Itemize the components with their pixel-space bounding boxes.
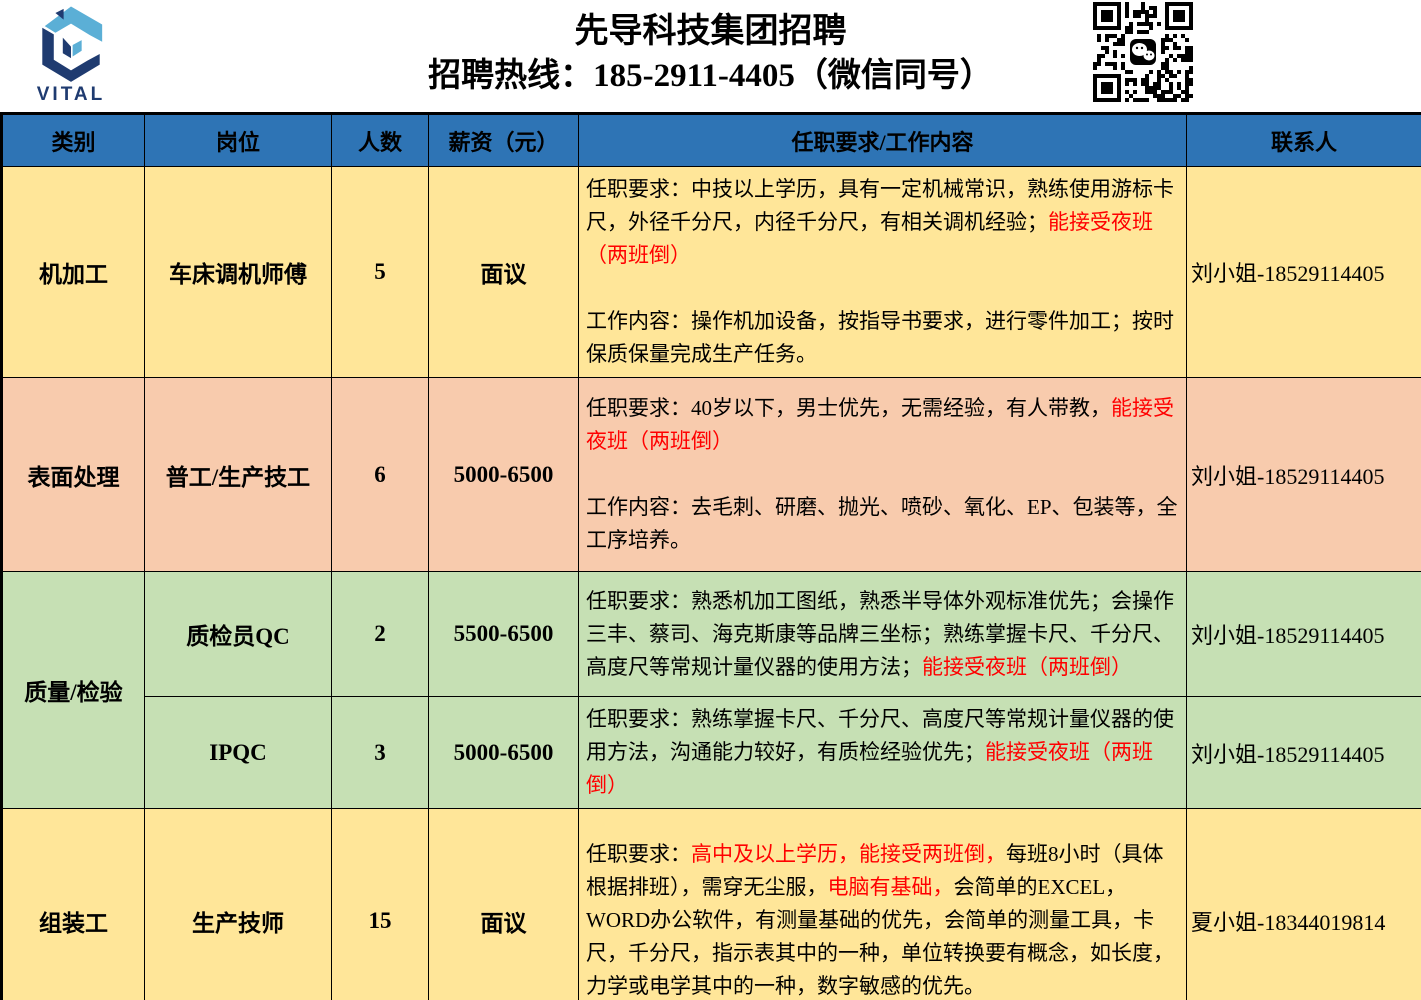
- position-cell: 生产技师: [145, 809, 332, 1000]
- col-header-headcount: 人数: [332, 114, 429, 167]
- page-title: 先导科技集团招聘: [0, 10, 1421, 54]
- position-cell: 质检员QC: [145, 572, 332, 697]
- job-description: 任职要求：熟悉机加工图纸，熟悉半导体外观标准优先；会操作三丰、蔡司、海克斯康等品…: [579, 572, 1187, 697]
- category-cell: 质量/检验: [2, 572, 145, 809]
- col-header-position: 岗位: [145, 114, 332, 167]
- col-header-requirements: 任职要求/工作内容: [579, 114, 1187, 167]
- category-cell: 组装工: [2, 809, 145, 1000]
- contact-cell: 刘小姐-18529114405: [1187, 167, 1421, 378]
- wechat-qr-code: [1093, 2, 1193, 102]
- contact-cell: 刘小姐-18529114405: [1187, 572, 1421, 697]
- salary-cell: 面议: [429, 809, 579, 1000]
- category-cell: 表面处理: [2, 378, 145, 572]
- position-cell: IPQC: [145, 697, 332, 809]
- table-row: 机加工 车床调机师傅 5 面议 任职要求：中技以上学历，具有一定机械常识，熟练使…: [2, 167, 1421, 378]
- category-cell: 机加工: [2, 167, 145, 378]
- headcount-cell: 6: [332, 378, 429, 572]
- contact-cell: 刘小姐-18529114405: [1187, 378, 1421, 572]
- recruitment-poster: VITAL 先导科技集团招聘 招聘热线：185-2911-4405（微信同号） …: [0, 0, 1421, 1000]
- table-row: IPQC 3 5000-6500 任职要求：熟练掌握卡尺、千分尺、高度尺等常规计…: [2, 697, 1421, 809]
- headcount-cell: 3: [332, 697, 429, 809]
- col-header-salary: 薪资（元）: [429, 114, 579, 167]
- contact-cell: 刘小姐-18529114405: [1187, 697, 1421, 809]
- salary-cell: 5000-6500: [429, 697, 579, 809]
- table-row: 表面处理 普工/生产技工 6 5000-6500 任职要求：40岁以下，男士优先…: [2, 378, 1421, 572]
- jobs-table: 类别 岗位 人数 薪资（元） 任职要求/工作内容 联系人 机加工 车床调机师傅 …: [0, 112, 1421, 1000]
- headcount-cell: 2: [332, 572, 429, 697]
- poster-header: VITAL 先导科技集团招聘 招聘热线：185-2911-4405（微信同号）: [0, 0, 1421, 112]
- job-description: 任职要求：40岁以下，男士优先，无需经验，有人带教，能接受夜班（两班倒）工作内容…: [579, 378, 1187, 572]
- job-description: 任职要求：熟练掌握卡尺、千分尺、高度尺等常规计量仪器的使用方法，沟通能力较好，有…: [579, 697, 1187, 809]
- position-cell: 普工/生产技工: [145, 378, 332, 572]
- salary-cell: 面议: [429, 167, 579, 378]
- salary-cell: 5000-6500: [429, 378, 579, 572]
- job-description: 任职要求：中技以上学历，具有一定机械常识，熟练使用游标卡尺，外径千分尺，内径千分…: [579, 167, 1187, 378]
- hotline-text: 招聘热线：185-2911-4405（微信同号）: [0, 54, 1421, 98]
- headcount-cell: 15: [332, 809, 429, 1000]
- table-row: 质量/检验 质检员QC 2 5500-6500 任职要求：熟悉机加工图纸，熟悉半…: [2, 572, 1421, 697]
- job-description: 任职要求：高中及以上学历，能接受两班倒，每班8小时（具体根据排班），需穿无尘服，…: [579, 809, 1187, 1000]
- table-row: 组装工 生产技师 15 面议 任职要求：高中及以上学历，能接受两班倒，每班8小时…: [2, 809, 1421, 1000]
- position-cell: 车床调机师傅: [145, 167, 332, 378]
- title-block: 先导科技集团招聘 招聘热线：185-2911-4405（微信同号）: [0, 10, 1421, 98]
- contact-cell: 夏小姐-18344019814: [1187, 809, 1421, 1000]
- table-header-row: 类别 岗位 人数 薪资（元） 任职要求/工作内容 联系人: [2, 114, 1421, 167]
- col-header-contact: 联系人: [1187, 114, 1421, 167]
- headcount-cell: 5: [332, 167, 429, 378]
- col-header-category: 类别: [2, 114, 145, 167]
- salary-cell: 5500-6500: [429, 572, 579, 697]
